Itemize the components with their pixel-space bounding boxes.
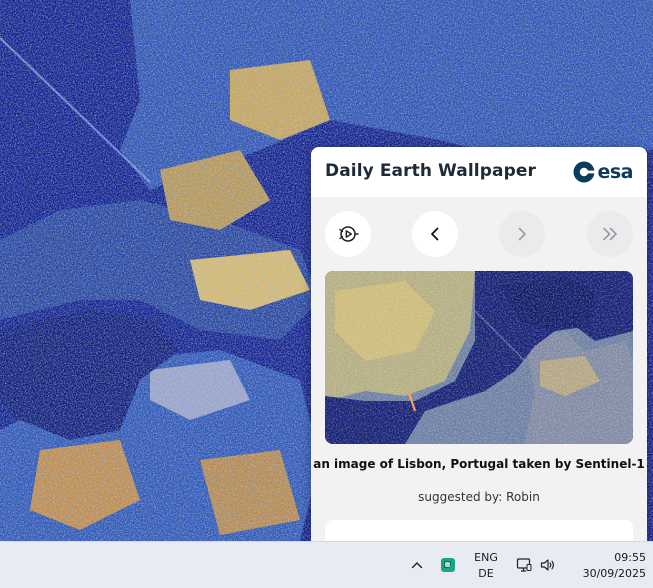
chevron-right-icon	[518, 227, 526, 241]
chevron-up-icon	[411, 562, 423, 569]
play-button[interactable]	[325, 211, 371, 257]
image-caption: an image of Lisbon, Portugal taken by Se…	[313, 457, 645, 471]
volume-button[interactable]	[537, 542, 559, 588]
latest-button[interactable]	[587, 211, 633, 257]
preview-image	[325, 271, 633, 444]
next-button[interactable]	[499, 211, 545, 257]
volume-icon	[540, 559, 554, 571]
taskbar: ENG DE 09:55 30/09/2025	[0, 541, 653, 588]
esa-logo-text: esa	[597, 161, 633, 183]
previous-button[interactable]	[412, 211, 458, 257]
app-tray-button[interactable]	[437, 542, 459, 588]
clock-time: 09:55	[614, 551, 646, 564]
language-indicator[interactable]: ENG DE	[470, 550, 502, 582]
clock[interactable]: 09:55 30/09/2025	[566, 550, 646, 582]
daily-earth-wallpaper-widget: Daily Earth Wallpaper esa an image of Li…	[311, 147, 647, 541]
double-chevron-right-icon	[603, 227, 617, 241]
clock-date: 30/09/2025	[582, 567, 646, 580]
widget-header: Daily Earth Wallpaper esa	[311, 147, 647, 197]
widget-title: Daily Earth Wallpaper	[325, 161, 536, 181]
show-hidden-icons-button[interactable]	[406, 542, 428, 588]
suggested-by-text: suggested by: Robin	[418, 490, 540, 504]
network-button[interactable]	[513, 542, 535, 588]
esa-logo-mark	[573, 161, 596, 183]
bottom-card	[325, 520, 633, 541]
app-tray-icon	[441, 558, 455, 572]
esa-logo: esa	[573, 159, 633, 185]
wallpaper-preview-image[interactable]	[325, 271, 633, 444]
network-icon	[516, 558, 532, 572]
language-line2: DE	[478, 567, 494, 580]
chevron-left-icon	[431, 227, 439, 241]
play-icon	[339, 226, 359, 242]
language-line1: ENG	[474, 551, 498, 564]
